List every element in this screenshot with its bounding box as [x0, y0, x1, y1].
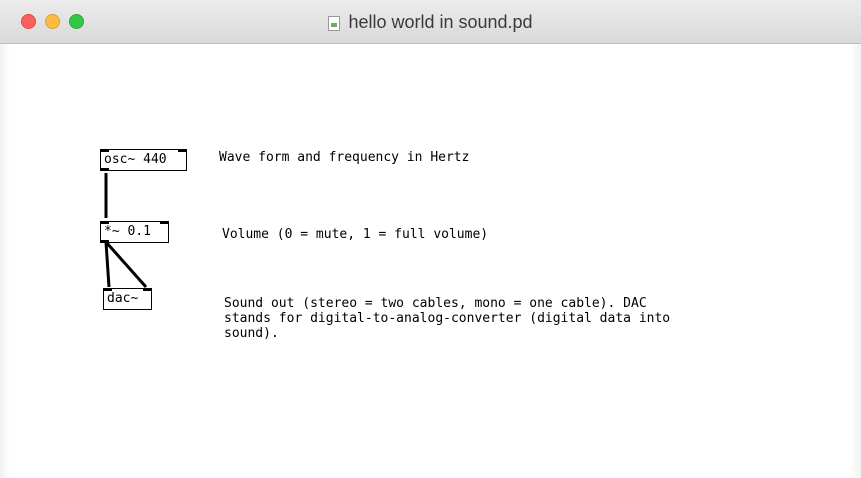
osc-object-label: osc~ 440 [104, 152, 167, 167]
multiply-outlet[interactable] [101, 240, 109, 243]
multiply-inlet-left[interactable] [101, 221, 109, 224]
dac-object-label: dac~ [107, 291, 139, 306]
patch-canvas[interactable]: osc~ 440 *~ 0.1 dac~ Wave form and frequ… [0, 44, 861, 478]
cord-mul-to-dac-left[interactable] [104, 241, 111, 288]
multiply-inlet-right[interactable] [160, 221, 168, 224]
multiply-object-label: *~ 0.1 [104, 224, 151, 239]
dac-comment-line-3[interactable]: sound). [224, 326, 279, 341]
osc-comment[interactable]: Wave form and frequency in Hertz [219, 150, 469, 165]
window-title: hello world in sound.pd [348, 12, 533, 32]
osc-outlet[interactable] [101, 168, 109, 171]
dac-inlet-right[interactable] [143, 288, 151, 291]
canvas-left-edge [0, 44, 10, 478]
patch-cords [104, 173, 148, 288]
canvas-right-edge [851, 44, 861, 478]
volume-comment[interactable]: Volume (0 = mute, 1 = full volume) [222, 227, 488, 242]
dac-comment-line-2[interactable]: stands for digital-to-analog-converter (… [224, 311, 670, 326]
osc-inlet-left[interactable] [101, 149, 109, 152]
cord-mul-to-dac-right[interactable] [104, 241, 148, 288]
dac-comment-line-1[interactable]: Sound out (stereo = two cables, mono = o… [224, 296, 647, 311]
osc-inlet-right[interactable] [178, 149, 186, 152]
dac-object[interactable]: dac~ [103, 288, 152, 310]
window-title-group: hello world in sound.pd [0, 0, 861, 44]
multiply-object[interactable]: *~ 0.1 [100, 221, 169, 243]
pd-patch-window: hello world in sound.pd osc~ 440 *~ 0.1 … [0, 0, 861, 478]
dac-inlet-left[interactable] [104, 288, 112, 291]
pd-document-icon[interactable] [328, 15, 341, 31]
osc-object[interactable]: osc~ 440 [100, 149, 187, 171]
title-bar[interactable]: hello world in sound.pd [0, 0, 861, 44]
